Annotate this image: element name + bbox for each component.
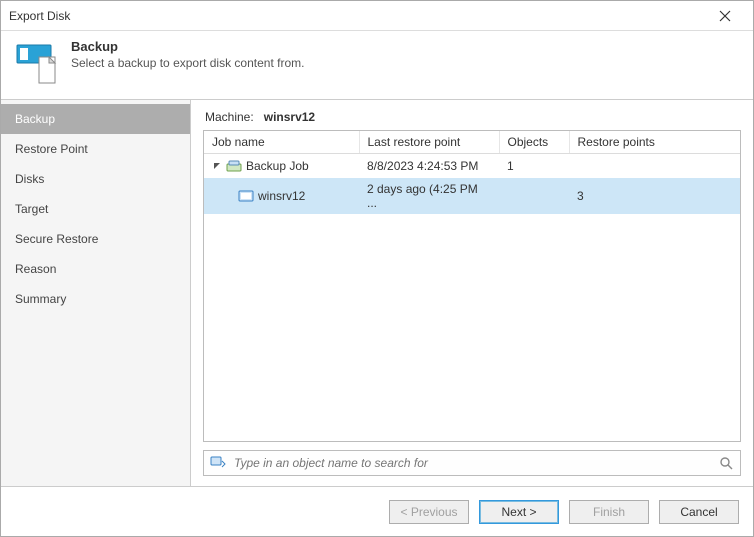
row-job-objects: 1 [499,154,569,179]
cancel-button[interactable]: Cancel [659,500,739,524]
col-objects[interactable]: Objects [499,131,569,154]
machine-label: Machine: [205,110,254,124]
col-last-restore[interactable]: Last restore point [359,131,499,154]
window-title: Export Disk [9,9,705,23]
sidebar-item-summary[interactable]: Summary [1,284,190,314]
main-panel: Machine: winsrv12 Job name Last restore … [191,100,753,486]
col-job-name[interactable]: Job name [204,131,359,154]
table-row-job[interactable]: Backup Job 8/8/2023 4:24:53 PM 1 [204,154,740,179]
table-header-row: Job name Last restore point Objects Rest… [204,131,740,154]
row-job-last: 8/8/2023 4:24:53 PM [359,154,499,179]
search-icon[interactable] [718,455,734,471]
close-button[interactable] [705,2,745,30]
backup-disk-icon [13,39,61,87]
titlebar: Export Disk [1,1,753,31]
wizard-sidebar: Backup Restore Point Disks Target Secure… [1,100,191,486]
search-box[interactable] [203,450,741,476]
row-vm-last: 2 days ago (4:25 PM ... [359,178,499,214]
vm-filter-icon[interactable] [210,455,226,471]
export-disk-dialog: Export Disk Backup Select a backup to ex… [0,0,754,537]
sidebar-item-restore-point[interactable]: Restore Point [1,134,190,164]
sidebar-item-secure-restore[interactable]: Secure Restore [1,224,190,254]
row-job-restore [569,154,740,179]
sidebar-item-target[interactable]: Target [1,194,190,224]
next-button[interactable]: Next > [479,500,559,524]
backup-job-icon [226,158,242,174]
col-restore-points[interactable]: Restore points [569,131,740,154]
sidebar-item-backup[interactable]: Backup [1,104,190,134]
vm-icon [238,188,254,204]
table-row-vm[interactable]: winsrv12 2 days ago (4:25 PM ... 3 [204,178,740,214]
row-vm-restore: 3 [569,178,740,214]
previous-button: < Previous [389,500,469,524]
tree-expand-icon[interactable] [212,162,222,170]
row-job-name: Backup Job [246,159,309,173]
search-input[interactable] [232,455,712,471]
body: Backup Restore Point Disks Target Secure… [1,100,753,486]
backup-table: Job name Last restore point Objects Rest… [203,130,741,442]
sidebar-item-reason[interactable]: Reason [1,254,190,284]
finish-button: Finish [569,500,649,524]
header-title: Backup [71,39,304,54]
sidebar-item-disks[interactable]: Disks [1,164,190,194]
header: Backup Select a backup to export disk co… [1,31,753,100]
header-subtitle: Select a backup to export disk content f… [71,56,304,70]
row-vm-name: winsrv12 [258,189,305,203]
machine-label-line: Machine: winsrv12 [205,110,741,124]
footer: < Previous Next > Finish Cancel [1,486,753,536]
machine-name: winsrv12 [264,110,315,124]
close-icon [719,10,731,22]
row-vm-objects [499,178,569,214]
